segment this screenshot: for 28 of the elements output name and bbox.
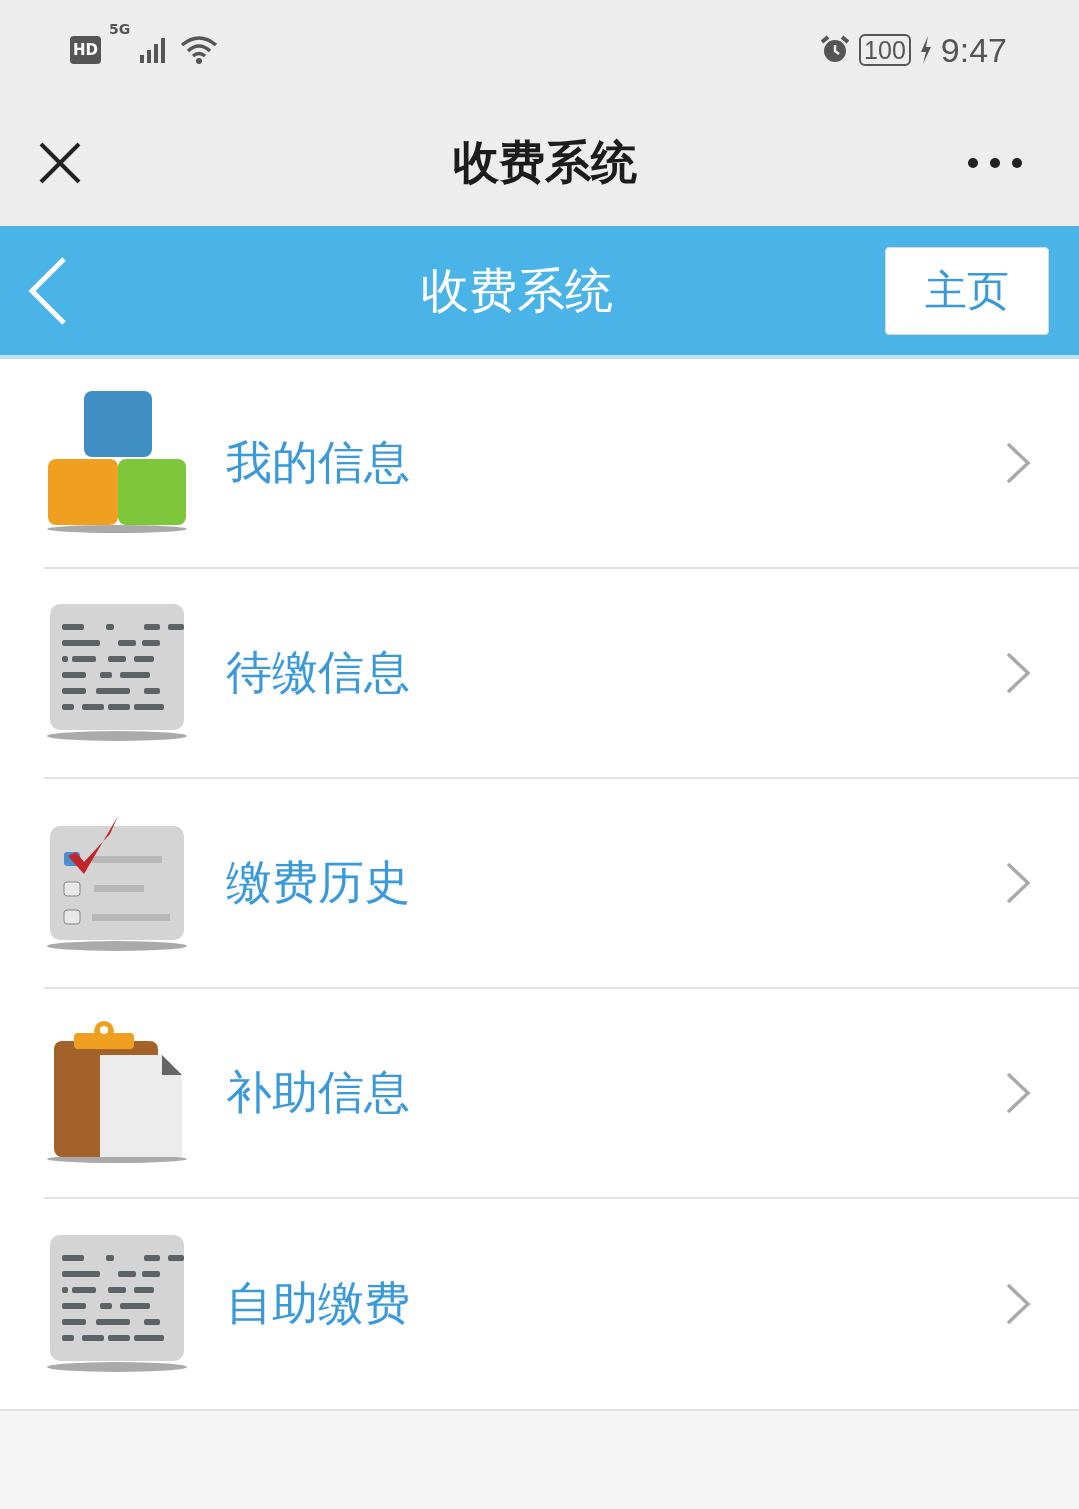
chevron-icon bbox=[1005, 861, 1031, 905]
home-button[interactable]: 主页 bbox=[885, 246, 1049, 335]
more-button[interactable] bbox=[967, 156, 1023, 170]
chevron-icon bbox=[1005, 441, 1031, 485]
network-label: 5G bbox=[109, 21, 131, 37]
document-lines-icon bbox=[44, 602, 190, 744]
menu-label: 补助信息 bbox=[226, 1064, 411, 1121]
menu-item[interactable]: 缴费历史 bbox=[44, 779, 1079, 989]
window-title: 收费系统 bbox=[452, 134, 637, 191]
battery-indicator: 100 bbox=[859, 34, 911, 66]
menu-item[interactable]: 补助信息 bbox=[44, 989, 1079, 1199]
menu-item[interactable]: 自助缴费 bbox=[44, 1199, 1079, 1409]
menu-label: 待缴信息 bbox=[226, 644, 411, 701]
wifi-icon bbox=[180, 35, 219, 65]
menu-label: 我的信息 bbox=[226, 434, 411, 491]
menu-label: 自助缴费 bbox=[226, 1275, 411, 1332]
page-title: 收费系统 bbox=[419, 260, 614, 320]
clock-time: 9:47 bbox=[940, 30, 1007, 70]
chevron-icon bbox=[1005, 1282, 1031, 1326]
menu-item[interactable]: 我的信息 bbox=[44, 359, 1079, 569]
charging-icon bbox=[918, 35, 933, 65]
document-lines-icon bbox=[44, 1233, 190, 1375]
chevron-icon bbox=[1005, 651, 1031, 695]
chevron-icon bbox=[1005, 1071, 1031, 1115]
close-button[interactable] bbox=[38, 141, 82, 185]
hd-badge: HD bbox=[70, 36, 101, 64]
menu-label: 缴费历史 bbox=[226, 854, 411, 911]
menu-item[interactable]: 待缴信息 bbox=[44, 569, 1079, 779]
